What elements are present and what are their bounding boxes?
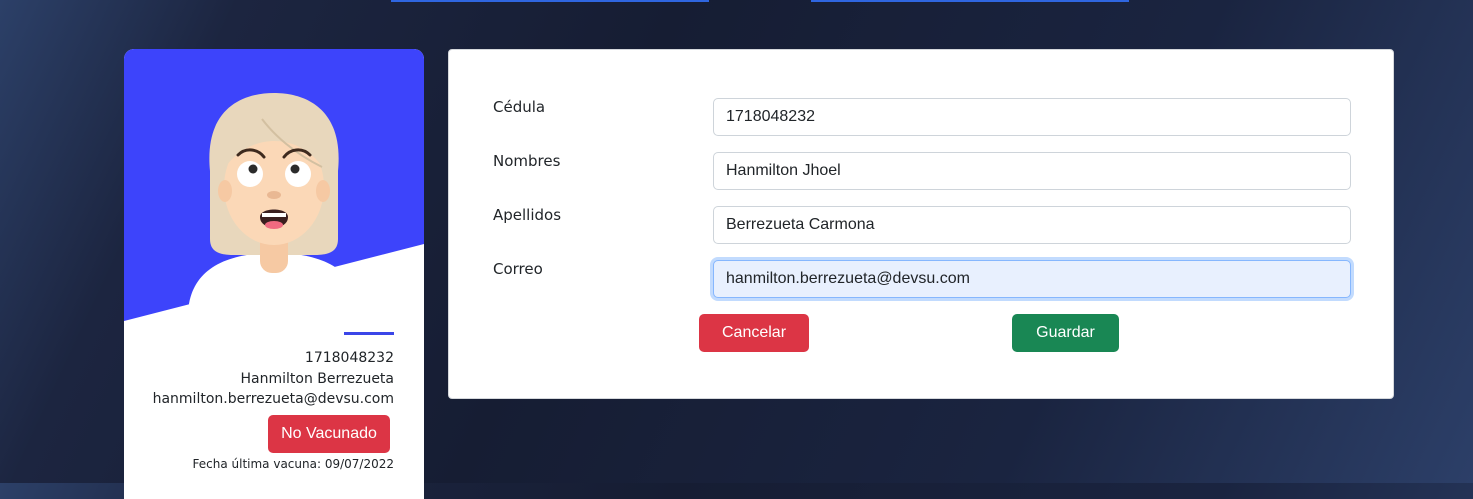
top-tab-indicator bbox=[811, 0, 1129, 2]
apellidos-input[interactable]: Berrezueta Carmona bbox=[713, 206, 1351, 244]
correo-label: Correo bbox=[493, 260, 543, 278]
accent-divider bbox=[344, 332, 394, 335]
cedula-input[interactable]: 1718048232 bbox=[713, 98, 1351, 136]
profile-card: 1718048232 Hanmilton Berrezueta hanmilto… bbox=[124, 49, 424, 499]
nombres-input[interactable]: Hanmilton Jhoel bbox=[713, 152, 1351, 190]
profile-full-name: Hanmilton Berrezueta bbox=[240, 371, 394, 387]
cedula-label: Cédula bbox=[493, 98, 546, 116]
apellidos-label: Apellidos bbox=[493, 206, 562, 224]
profile-id-number: 1718048232 bbox=[304, 350, 394, 366]
save-button[interactable]: Guardar bbox=[1012, 314, 1119, 352]
nombres-label: Nombres bbox=[493, 152, 561, 170]
profile-email: hanmilton.berrezueta@devsu.com bbox=[152, 391, 394, 407]
avatar-illustration bbox=[187, 93, 361, 321]
cancel-button[interactable]: Cancelar bbox=[699, 314, 809, 352]
edit-form-panel: Cédula 1718048232 Nombres Hanmilton Jhoe… bbox=[448, 49, 1394, 399]
top-tab-indicator bbox=[391, 0, 709, 2]
last-vaccine-date: Fecha última vacuna: 09/07/2022 bbox=[192, 457, 394, 471]
correo-input[interactable]: hanmilton.berrezueta@devsu.com bbox=[713, 260, 1351, 298]
vaccination-status-button[interactable]: No Vacunado bbox=[268, 415, 390, 453]
